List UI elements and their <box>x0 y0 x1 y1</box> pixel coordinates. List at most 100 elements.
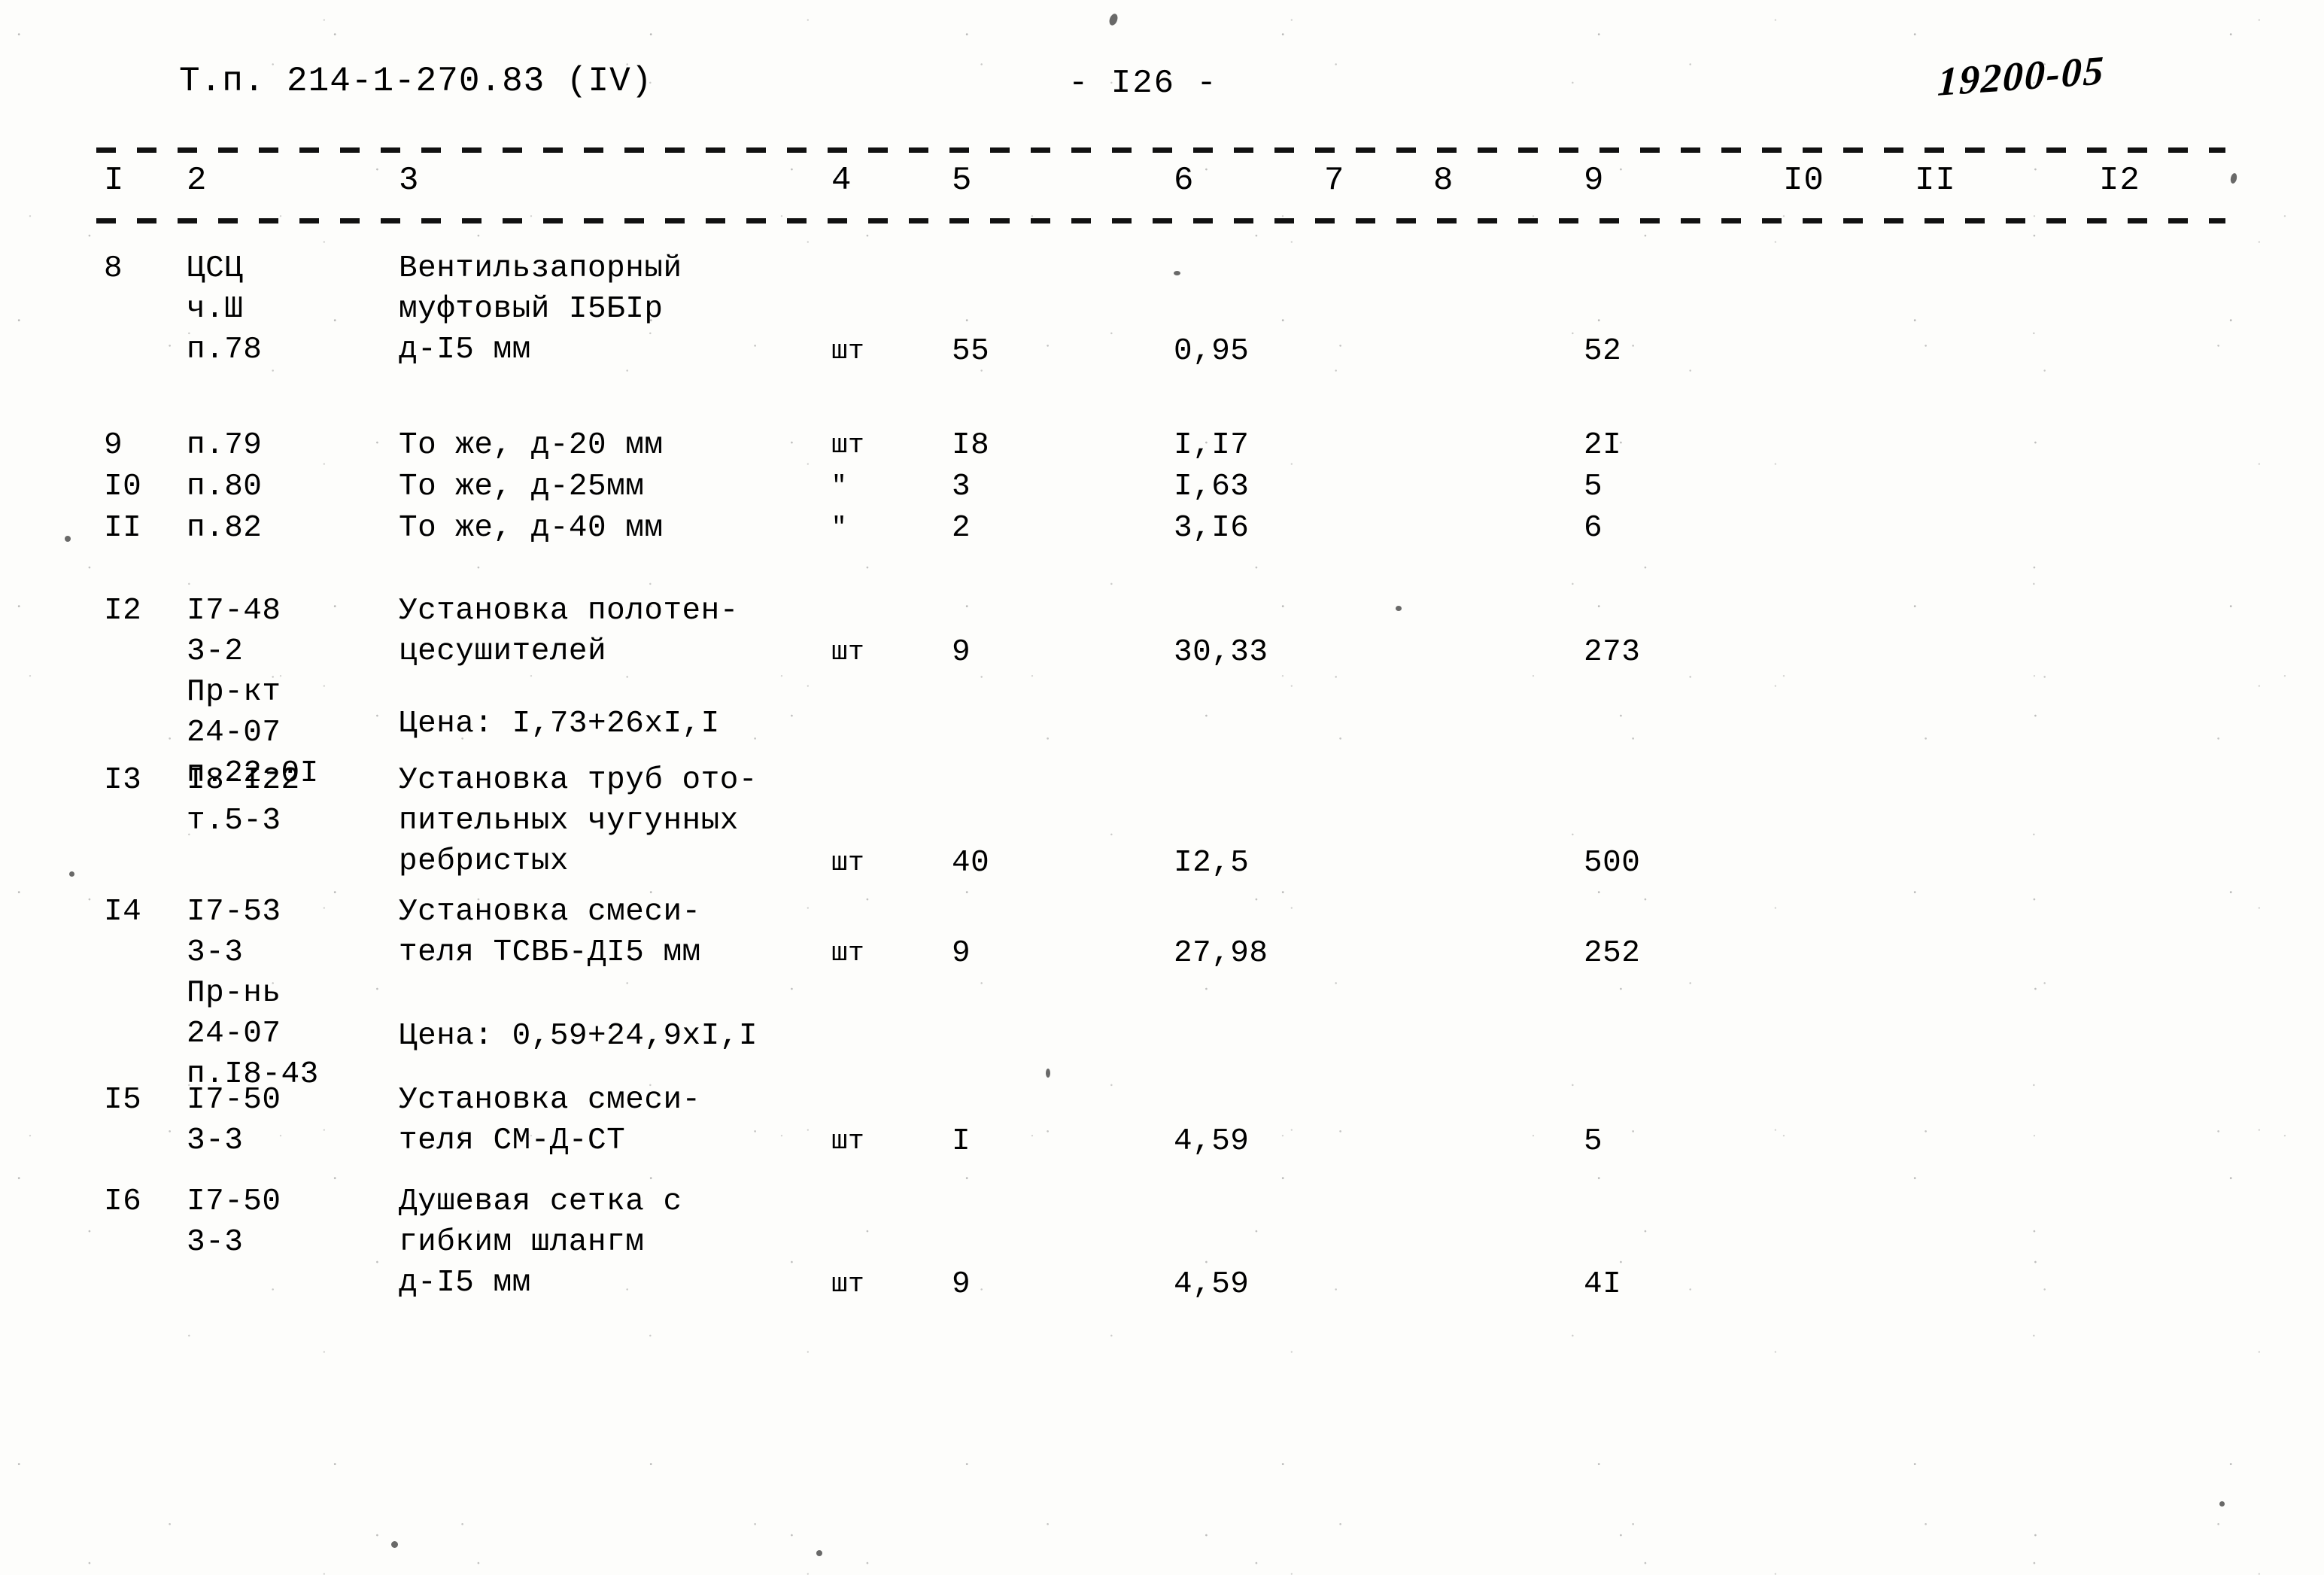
table-rule-top <box>96 147 2225 153</box>
scan-speck <box>2219 1501 2225 1507</box>
table-row: II п.82 То же, д-40 мм " 2 3,I6 6 <box>0 508 2324 591</box>
row-number-cell: 8 <box>104 251 123 286</box>
column-number-5: 5 <box>952 162 973 199</box>
row-number-cell: I3 <box>104 763 142 798</box>
row-code-cell: ЦСЦ ч.Ш п.78 <box>187 251 263 367</box>
column-number-7: 7 <box>1324 162 1345 199</box>
row-total-cell: 2I <box>1584 428 1622 463</box>
table-row: I6 I7-50 3-3 Душевая сетка с гибким шлангм… <box>0 1181 2324 1332</box>
row-note-cell: Цена: 0,59+24,9хI,I <box>399 1019 758 1054</box>
row-quantity-cell: 3 <box>952 470 971 504</box>
column-number-11: II <box>1915 162 1956 199</box>
row-price-cell: I2,5 <box>1174 846 1250 880</box>
row-price-cell: 27,98 <box>1174 936 1268 971</box>
scan-speck <box>1396 606 1402 611</box>
row-name-cell: То же, д-40 мм <box>399 511 664 546</box>
row-quantity-cell: 9 <box>952 936 971 971</box>
row-code-cell: I8-I22 т.5-3 <box>187 763 300 838</box>
row-number-cell: I0 <box>104 470 142 504</box>
column-number-1: I <box>104 162 125 199</box>
row-quantity-cell: 9 <box>952 635 971 670</box>
row-unit-cell: шт <box>831 336 865 366</box>
row-total-cell: 6 <box>1584 511 1603 546</box>
scan-speck <box>391 1541 398 1548</box>
column-number-8: 8 <box>1433 162 1454 199</box>
row-code-cell: п.82 <box>187 511 263 546</box>
row-note-cell: Цена: I,73+26хI,I <box>399 707 720 741</box>
scan-speck <box>1046 1069 1050 1078</box>
row-total-cell: 52 <box>1584 334 1622 369</box>
column-number-3: 3 <box>399 162 420 199</box>
row-code-cell: п.79 <box>187 428 263 463</box>
column-number-9: 9 <box>1584 162 1605 199</box>
table-row: I0 п.80 То же, д-25мм " 3 I,63 5 <box>0 467 2324 508</box>
column-number-10: I0 <box>1783 162 1824 199</box>
row-name-cell: Душевая сетка с гибким шлангм д-I5 мм <box>399 1184 682 1300</box>
row-name-cell: То же, д-20 мм <box>399 428 664 463</box>
row-unit-cell: шт <box>831 1126 865 1157</box>
row-name-cell: Установка труб ото- пительных чугунных р… <box>399 763 758 879</box>
row-total-cell: 4I <box>1584 1267 1622 1302</box>
scan-speck <box>69 871 74 877</box>
row-code-cell: I7-50 3-3 <box>187 1083 281 1158</box>
row-total-cell: 5 <box>1584 1124 1603 1159</box>
row-unit-cell: " <box>831 514 847 543</box>
page-number: - I26 - <box>1068 65 1218 102</box>
row-number-cell: I5 <box>104 1083 142 1117</box>
row-quantity-cell: 40 <box>952 846 990 880</box>
row-name-cell: Установка смеси- теля ТСВБ-ДI5 мм <box>399 895 701 970</box>
table-row: I5 I7-50 3-3 Установка смеси- теля СМ-Д-СТ… <box>0 1080 2324 1181</box>
row-number-cell: I2 <box>104 594 142 628</box>
row-unit-cell: шт <box>831 847 865 878</box>
row-price-cell: 4,59 <box>1174 1267 1250 1302</box>
scanned-page: Т.п. 214-1-270.83 (IV) - I26 - 19200-05 … <box>0 0 2324 1575</box>
scan-speck <box>65 536 71 542</box>
row-total-cell: 273 <box>1584 635 1641 670</box>
row-price-cell: 0,95 <box>1174 334 1250 369</box>
document-code: Т.п. 214-1-270.83 (IV) <box>179 62 653 101</box>
column-number-12: I2 <box>2099 162 2140 199</box>
row-name-cell: Установка полотен- цесушителей <box>399 594 739 669</box>
row-quantity-cell: I <box>952 1124 971 1159</box>
handwritten-stamp-number: 19200-05 <box>1937 47 2106 105</box>
row-price-cell: I,63 <box>1174 470 1250 504</box>
row-number-cell: I4 <box>104 895 142 929</box>
row-quantity-cell: I8 <box>952 428 990 463</box>
row-code-cell: п.80 <box>187 470 263 504</box>
column-number-6: 6 <box>1174 162 1195 199</box>
row-number-cell: I6 <box>104 1184 142 1219</box>
row-name-cell: Установка смеси- теля СМ-Д-СТ <box>399 1083 701 1158</box>
row-price-cell: 4,59 <box>1174 1124 1250 1159</box>
table-row: I4 I7-53 3-3 Пр-нь 24-07 п.I8-43 Установка… <box>0 892 2324 1092</box>
row-unit-cell: шт <box>831 938 865 968</box>
table-row: I2 I7-48 3-2 Пр-кт 24-07 п.22-0I Установка… <box>0 591 2324 791</box>
row-price-cell: 3,I6 <box>1174 511 1250 546</box>
table-column-numbers: I 2 3 4 5 6 7 8 9 I0 II I2 <box>0 162 2324 208</box>
row-unit-cell: шт <box>831 430 865 461</box>
row-quantity-cell: 55 <box>952 334 990 369</box>
row-total-cell: 252 <box>1584 936 1641 971</box>
row-code-cell: I7-53 3-3 Пр-нь 24-07 п.I8-43 <box>187 895 319 1092</box>
row-unit-cell: " <box>831 473 847 501</box>
column-number-2: 2 <box>187 162 208 199</box>
row-number-cell: 9 <box>104 428 123 463</box>
column-number-4: 4 <box>831 162 852 199</box>
row-total-cell: 5 <box>1584 470 1603 504</box>
table-row: I3 I8-I22 т.5-3 Установка труб ото- питель… <box>0 760 2324 892</box>
row-price-cell: 30,33 <box>1174 635 1268 670</box>
row-name-cell: Вентильзапорный муфтовый I5БIр д-I5 мм <box>399 251 682 367</box>
row-price-cell: I,I7 <box>1174 428 1250 463</box>
row-quantity-cell: 2 <box>952 511 971 546</box>
scan-speck <box>1107 12 1119 27</box>
page-header: Т.п. 214-1-270.83 (IV) - I26 - 19200-05 <box>0 47 2324 114</box>
table-rule-bottom <box>96 218 2225 223</box>
scan-speck <box>1174 271 1180 275</box>
row-quantity-cell: 9 <box>952 1267 971 1302</box>
row-unit-cell: шт <box>831 1269 865 1300</box>
row-name-cell: То же, д-25мм <box>399 470 645 504</box>
table-row: 8 ЦСЦ ч.Ш п.78 Вентильзапорный муфтовый I5… <box>0 248 2324 425</box>
table-row: 9 п.79 То же, д-20 мм шт I8 I,I7 2I <box>0 425 2324 467</box>
row-unit-cell: шт <box>831 637 865 667</box>
row-total-cell: 500 <box>1584 846 1641 880</box>
row-code-cell: I7-50 3-3 <box>187 1184 281 1260</box>
